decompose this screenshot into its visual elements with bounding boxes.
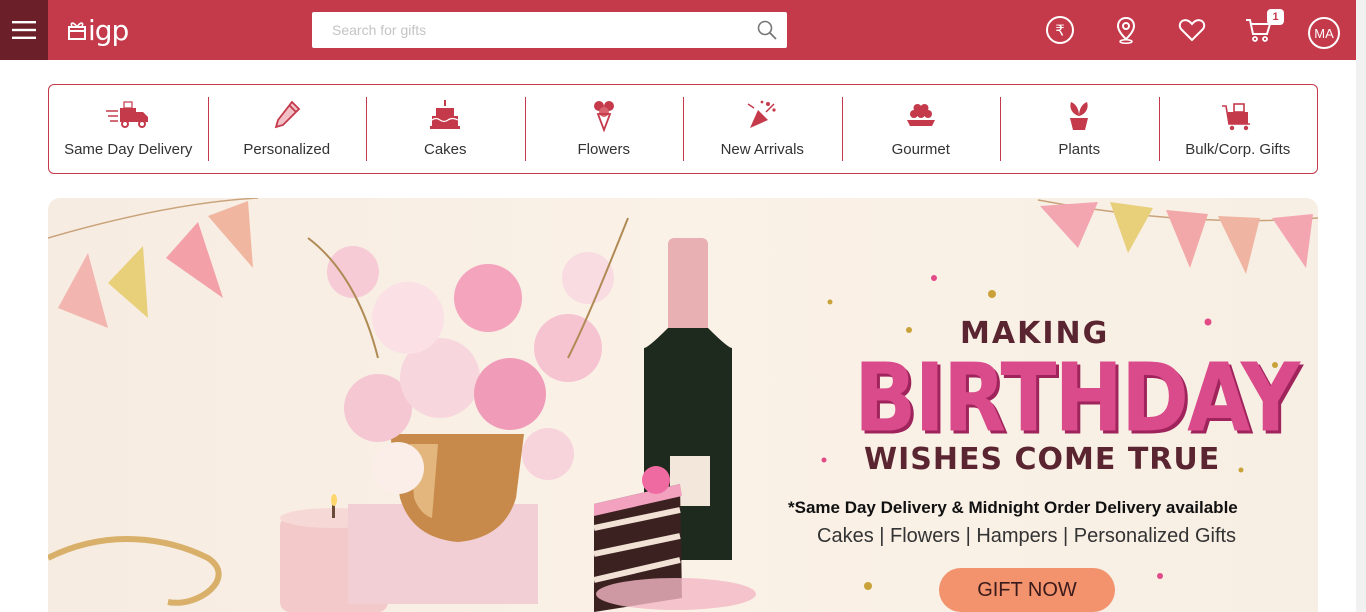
gourmet-icon (906, 104, 935, 126)
hero-banner[interactable]: MAKING BIRTHDAY WISHES COME TRUE *Same D… (48, 198, 1318, 612)
top-header: igp ₹ 1 MA (0, 0, 1356, 60)
category-label: Plants (1058, 141, 1101, 158)
plant-icon (1070, 102, 1089, 130)
category-nav: Same Day Delivery Personalized Cakes Flo… (48, 84, 1318, 174)
cake-icon (430, 100, 461, 129)
party-popper-icon (747, 100, 776, 128)
category-gourmet[interactable]: Gourmet (841, 85, 1001, 173)
search-box (312, 12, 787, 48)
gift-logo-icon (68, 22, 86, 40)
category-new-arrivals[interactable]: New Arrivals (683, 85, 842, 173)
category-plants[interactable]: Plants (1000, 85, 1159, 173)
pencil-icon (274, 100, 301, 129)
wishlist-button[interactable] (1177, 15, 1207, 45)
category-same-day-delivery[interactable]: Same Day Delivery (49, 85, 208, 173)
category-cakes[interactable]: Cakes (366, 85, 525, 173)
logo-text: igp (88, 13, 129, 47)
page-scrollbar[interactable] (1356, 0, 1366, 612)
category-label: Gourmet (891, 141, 950, 158)
category-label: Cakes (423, 141, 467, 158)
currency-button[interactable]: ₹ (1045, 15, 1075, 45)
location-pin-icon (1116, 16, 1136, 45)
banner-categories-text: Cakes | Flowers | Hampers | Personalized… (817, 525, 1237, 547)
category-flowers[interactable]: Flowers (524, 85, 684, 173)
heart-icon (1178, 19, 1206, 42)
banner-delivery-note: *Same Day Delivery & Midnight Order Deli… (788, 498, 1238, 517)
hamburger-menu-button[interactable] (0, 0, 48, 60)
igp-logo[interactable]: igp (68, 12, 130, 48)
category-label: Personalized (243, 141, 331, 158)
rupee-icon: ₹ (1046, 16, 1074, 44)
search-input[interactable] (312, 12, 752, 48)
category-label: New Arrivals (720, 141, 804, 158)
category-label: Same Day Delivery (64, 141, 193, 158)
banner-heading-wishes: WISHES COME TRUE (864, 442, 1221, 477)
delivery-truck-icon (106, 101, 149, 128)
search-icon[interactable] (757, 20, 777, 40)
hamburger-icon (12, 21, 36, 39)
category-personalized[interactable]: Personalized (207, 85, 367, 173)
bouquet-icon (593, 101, 614, 132)
gift-now-button[interactable]: GIFT NOW (939, 568, 1115, 612)
corporate-gift-icon (1221, 103, 1250, 131)
user-avatar[interactable]: MA (1308, 17, 1340, 49)
location-button[interactable] (1111, 15, 1141, 45)
cart-count-badge: 1 (1267, 9, 1284, 25)
category-label: Flowers (577, 141, 630, 158)
category-label: Bulk/Corp. Gifts (1185, 141, 1291, 158)
banner-heading-birthday: BIRTHDAY (854, 344, 1300, 454)
svg-text:₹: ₹ (1055, 22, 1065, 40)
category-bulk-corp-gifts[interactable]: Bulk/Corp. Gifts (1158, 85, 1318, 173)
